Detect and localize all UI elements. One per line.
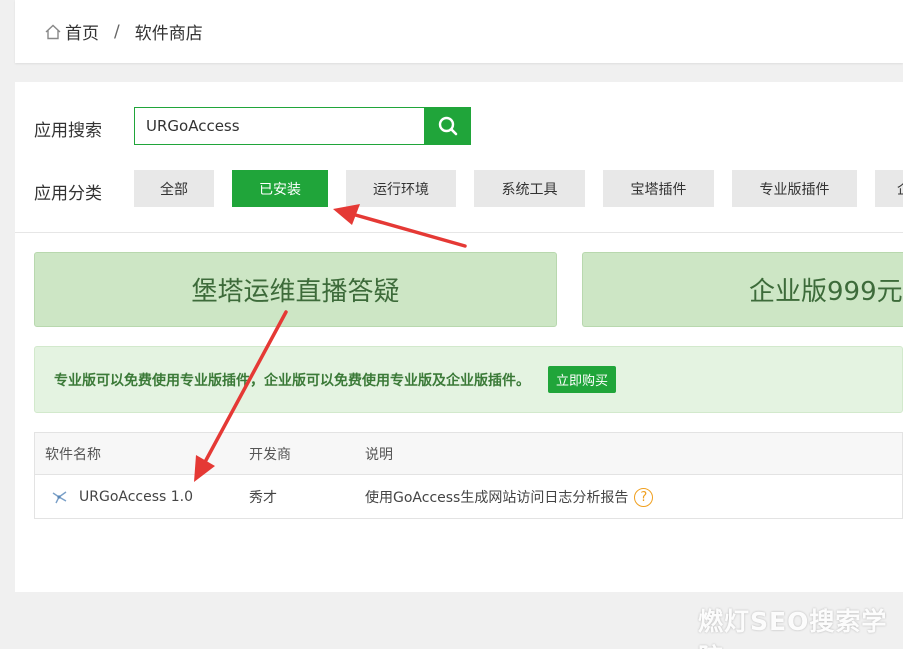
search-button[interactable] xyxy=(424,107,471,145)
banner-live-qa[interactable]: 堡塔运维直播答疑 xyxy=(34,252,557,327)
header-name: 软件名称 xyxy=(45,446,101,463)
software-description-cell: 使用GoAccess生成网站访问日志分析报告 ? xyxy=(365,475,654,519)
search-icon xyxy=(438,116,457,136)
header-developer: 开发商 xyxy=(249,446,291,463)
breadcrumb-home[interactable]: 首页 xyxy=(65,19,99,44)
search-input[interactable]: URGoAccess xyxy=(134,107,424,145)
software-name[interactable]: URGoAccess 1.0 xyxy=(79,489,193,505)
notice-text: 专业版可以免费使用专业版插件，企业版可以免费使用专业版及企业版插件。 xyxy=(54,372,530,389)
banner-enterprise[interactable]: 企业版999元 xyxy=(582,252,903,327)
search-label: 应用搜索 xyxy=(34,121,102,141)
software-store-panel: 应用搜索 URGoAccess 应用分类 全部 已安装 运行环境 系统工具 宝塔… xyxy=(15,82,903,592)
breadcrumb: 首页 / 软件商店 xyxy=(15,0,903,63)
software-description: 使用GoAccess生成网站访问日志分析报告 xyxy=(365,490,629,506)
header-description: 说明 xyxy=(365,446,393,463)
category-runtime[interactable]: 运行环境 xyxy=(346,170,456,207)
category-installed[interactable]: 已安装 xyxy=(232,170,328,207)
upgrade-notice: 专业版可以免费使用专业版插件，企业版可以免费使用专业版及企业版插件。 立即购买 xyxy=(34,346,903,413)
table-header: 软件名称 开发商 说明 xyxy=(35,433,902,475)
category-system-tools[interactable]: 系统工具 xyxy=(474,170,585,207)
help-icon[interactable]: ? xyxy=(634,487,654,507)
breadcrumb-separator: / xyxy=(114,21,120,42)
table-row[interactable]: URGoAccess 1.0 秀才 使用GoAccess生成网站访问日志分析报告… xyxy=(35,475,902,519)
software-name-cell[interactable]: URGoAccess 1.0 xyxy=(51,475,193,519)
category-enterprise[interactable]: 企 xyxy=(875,170,903,207)
category-pro-plugins[interactable]: 专业版插件 xyxy=(732,170,857,207)
category-bt-plugins[interactable]: 宝塔插件 xyxy=(603,170,714,207)
divider xyxy=(15,232,903,233)
software-logo-icon xyxy=(52,491,67,504)
category-label: 应用分类 xyxy=(34,184,102,204)
buy-now-button[interactable]: 立即购买 xyxy=(548,366,617,393)
breadcrumb-current: 软件商店 xyxy=(134,24,203,44)
watermark: 燃灯SEO搜索学院 xyxy=(698,607,888,649)
home-icon[interactable] xyxy=(43,22,63,42)
software-developer: 秀才 xyxy=(249,490,277,506)
software-table: 软件名称 开发商 说明 URGoAccess 1.0 秀才 使用GoAccess… xyxy=(34,432,903,519)
category-all[interactable]: 全部 xyxy=(134,170,214,207)
